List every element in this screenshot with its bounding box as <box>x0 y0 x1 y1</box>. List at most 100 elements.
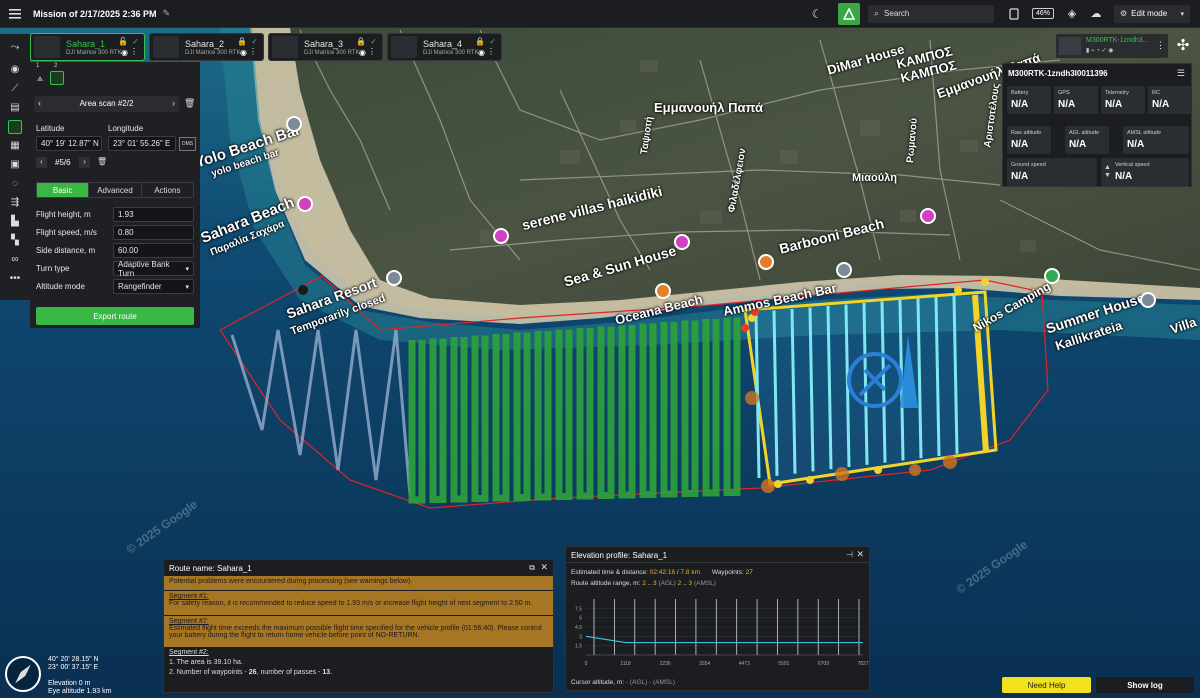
dms-toggle[interactable]: DMS <box>179 137 197 151</box>
device-icon[interactable] <box>1002 0 1026 28</box>
mission-mode-icon[interactable] <box>837 2 860 25</box>
poi-pin[interactable] <box>297 196 313 212</box>
compass-icon[interactable] <box>5 656 41 692</box>
poi-pin[interactable] <box>286 116 302 132</box>
poi-pin[interactable] <box>1044 268 1060 284</box>
copy-icon[interactable]: ⧉ <box>529 563 535 573</box>
poi-pin[interactable] <box>655 283 671 299</box>
flight-speed-input[interactable]: 0.80 <box>113 225 194 240</box>
next-area-button[interactable]: › <box>172 98 175 108</box>
longitude-input[interactable]: 23° 01' 55.26" E <box>108 136 176 151</box>
flight-height-input[interactable]: 1.93 <box>113 207 194 222</box>
range-amsl-max: 3 <box>688 580 693 587</box>
grid-tool-icon[interactable]: ▦ <box>0 136 30 155</box>
photo-tool-icon[interactable]: ▣ <box>0 155 30 174</box>
cursor-agl: - (AGL) <box>625 679 648 686</box>
latitude-input[interactable]: 40° 19' 12.87" N <box>36 136 102 151</box>
poi-pin[interactable] <box>674 234 690 250</box>
cursor-lat: 40° 20' 28.15" N <box>48 656 99 663</box>
lock-icon[interactable]: 🔒 <box>475 37 485 46</box>
drone-card[interactable]: Sahara_4 DJI Matrice 300 RTK 🔒 ✓ ◉ ⋮ <box>387 33 502 61</box>
show-log-button[interactable]: Show log <box>1096 677 1194 693</box>
eye-icon[interactable]: ◉ <box>478 48 485 57</box>
edit-pencil-icon[interactable]: ✎ <box>163 8 171 19</box>
edit-mode-label: Edit mode <box>1131 9 1168 18</box>
edit-mode-select[interactable]: ⚙ Edit mode ▾ <box>1114 4 1190 23</box>
link-tool-icon[interactable]: ∞ <box>0 250 30 269</box>
tab-basic[interactable]: Basic <box>37 183 89 197</box>
lock-icon[interactable]: 🔒 <box>237 37 247 46</box>
route-tool-icon[interactable]: ⤳ <box>0 34 30 60</box>
more-icon[interactable]: ⋮ <box>130 47 138 56</box>
device-id: M300RTK-1zndh3l0011396 <box>1008 69 1108 78</box>
step-tab-2[interactable]: 2 <box>54 63 57 69</box>
drone-card[interactable]: Sahara_3 DJI Matrice 300 RTK 🔒 ✓ ◉ ⋮ <box>268 33 383 61</box>
metric-telemetry: Telemetry N/A <box>1101 86 1145 114</box>
cloud-off-icon[interactable]: ☁ <box>1084 0 1108 28</box>
metric-label: Ground speed <box>1011 162 1046 168</box>
segment-7-title: Segment #7: <box>169 618 209 625</box>
tab-advanced[interactable]: Advanced <box>88 183 140 197</box>
turn-type-select[interactable]: Adaptive Bank Turn ▾ <box>113 260 194 278</box>
corridor-tool-icon[interactable]: ⇶ <box>0 193 30 212</box>
elevation-chart[interactable]: 1.5 3 4.5 6 7.5 0 1118 2236 3354 4473 5591 6709 7827 <box>566 591 869 675</box>
poi-pin[interactable] <box>1140 292 1156 308</box>
prev-point-button[interactable]: ‹ <box>36 157 47 168</box>
metric-label: GPS <box>1058 90 1070 96</box>
drone-settings-icon[interactable]: ✣ <box>1173 36 1193 56</box>
eye-icon[interactable]: ◉ <box>359 48 366 57</box>
need-help-button[interactable]: Need Help <box>1002 677 1091 693</box>
device-chip[interactable]: M300RTK-1zndh3... ▮ ⌁ ◔ ✓ ◉ ⋮ <box>1056 34 1168 58</box>
poi-pin[interactable] <box>493 228 509 244</box>
building-tool-icon[interactable]: ▙ <box>0 212 30 231</box>
close-icon[interactable]: ✕ <box>856 549 864 560</box>
more-tools-icon[interactable]: ••• <box>0 269 30 288</box>
circle-tool-icon[interactable]: ◌ <box>0 174 30 193</box>
more-icon[interactable]: ⋮ <box>249 47 257 56</box>
x-tick-label: 2236 <box>660 661 671 667</box>
altitude-mode-select[interactable]: Rangefinder ▾ <box>113 279 194 294</box>
segment-2-counts: 2. Number of waypoints - 26, number of p… <box>169 668 332 678</box>
x-tick-label: 1118 <box>620 661 631 667</box>
poi-pin[interactable] <box>836 262 852 278</box>
document-tool-icon[interactable]: ▤ <box>0 98 30 117</box>
poi-pin[interactable] <box>386 270 402 286</box>
delete-area-icon[interactable]: 🗑 <box>184 98 195 109</box>
battery-badge: 46% <box>1031 8 1054 19</box>
side-distance-input[interactable]: 60.00 <box>113 243 194 258</box>
metric-value: N/A <box>1152 99 1170 110</box>
poi-pin[interactable] <box>758 254 774 270</box>
drone-card[interactable]: Sahara_2 DJI Matrice 300 RTK 🔒 ✓ ◉ ⋮ <box>149 33 264 61</box>
eye-icon[interactable]: ◉ <box>240 48 247 57</box>
eye-icon[interactable]: ◉ <box>121 48 128 57</box>
polyline-step-icon[interactable]: ⟑ <box>33 71 47 85</box>
hamburger-menu-icon[interactable] <box>0 0 30 28</box>
polyline-tool-icon[interactable]: ⟋ <box>0 79 30 98</box>
waypoint-tool-icon[interactable]: ◉ <box>0 60 30 79</box>
list-icon[interactable]: ☰ <box>1177 68 1185 79</box>
export-route-button[interactable]: Export route <box>36 307 194 325</box>
flight-height-label: Flight height, m <box>36 210 91 219</box>
drone-card[interactable]: Sahara_1 DJI Matrice 300 RTK 🔓 ✓ ◉ ⋮ <box>30 33 145 61</box>
facade-tool-icon[interactable]: ▚ <box>0 231 30 250</box>
delete-point-icon[interactable]: 🗑 <box>97 157 107 166</box>
chevron-down-icon: ▾ <box>185 283 189 291</box>
more-icon[interactable]: ⋮ <box>1156 40 1165 51</box>
unlock-icon[interactable]: 🔓 <box>118 37 128 46</box>
pin-icon[interactable]: ⊣ <box>846 550 853 559</box>
poi-pin[interactable] <box>920 208 936 224</box>
area-step-icon[interactable] <box>50 71 64 85</box>
more-icon[interactable]: ⋮ <box>368 47 376 56</box>
more-icon[interactable]: ⋮ <box>487 47 495 56</box>
layers-icon[interactable]: ◈ <box>1060 0 1084 28</box>
search-box[interactable]: ⌕ Search <box>867 4 994 23</box>
night-mode-icon[interactable]: ☾ <box>804 0 830 28</box>
tab-actions[interactable]: Actions <box>140 183 193 197</box>
step-tab-1[interactable]: 1 <box>36 63 39 69</box>
next-point-button[interactable]: › <box>79 157 90 168</box>
lock-icon[interactable]: 🔒 <box>356 37 366 46</box>
metric-value: N/A <box>1058 99 1076 110</box>
area-scan-tool-icon[interactable] <box>0 117 30 136</box>
close-icon[interactable]: ✕ <box>540 562 548 573</box>
elevation-title: Elevation profile: Sahara_1 <box>571 551 668 560</box>
